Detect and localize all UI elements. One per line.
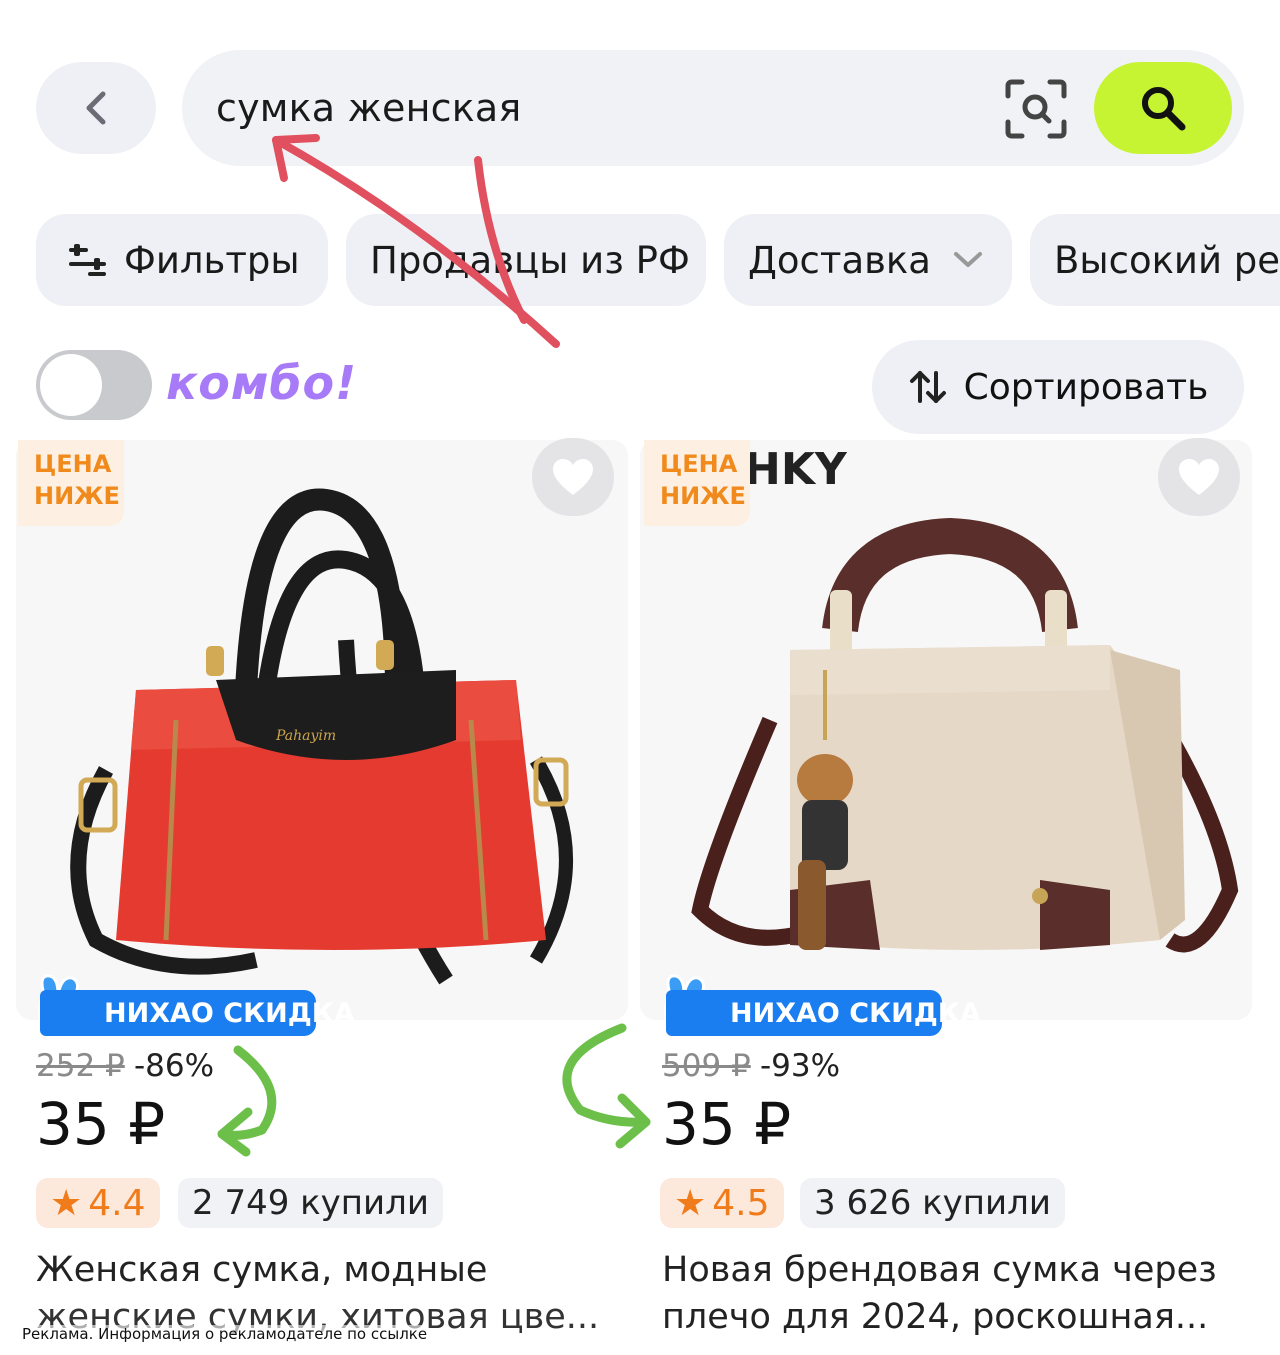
price-lower-badge: ЦЕНА НИЖЕ xyxy=(644,440,750,526)
sellers-rf-chip-label: Продавцы из РФ xyxy=(370,238,690,282)
sort-button[interactable]: Сортировать xyxy=(872,340,1244,434)
ad-disclaimer[interactable]: Реклама. Информация о рекламодателе по с… xyxy=(22,1325,428,1343)
svg-text:Pahayim: Pahayim xyxy=(275,728,336,744)
badge-line: ЦЕНА xyxy=(660,450,738,478)
high-rating-chip[interactable]: Высокий рей xyxy=(1030,214,1280,306)
rating-pill: ★ 4.4 xyxy=(36,1178,160,1228)
badge-line: ЦЕНА xyxy=(34,450,112,478)
combo-toggle-knob xyxy=(40,354,102,416)
bought-count: 3 626 купили xyxy=(800,1178,1065,1228)
search-button[interactable] xyxy=(1094,62,1232,154)
high-rating-chip-label: Высокий рей xyxy=(1054,238,1280,282)
star-icon: ★ xyxy=(50,1182,83,1224)
promo-badge: НИХАО СКИДКА xyxy=(666,990,981,1036)
product-image[interactable] xyxy=(640,440,1252,1020)
image-search-icon[interactable] xyxy=(1004,78,1068,140)
product-title-line[interactable]: плечо для 2024, роскошная... xyxy=(662,1297,1208,1337)
green-arrow-annotation xyxy=(217,1023,651,1157)
badge-line: НИЖЕ xyxy=(660,482,746,510)
combo-label: комбо! xyxy=(166,356,358,410)
heart-icon xyxy=(553,459,593,495)
discount-percent: -86% xyxy=(134,1048,215,1084)
heart-icon xyxy=(1179,459,1219,495)
delivery-chip[interactable]: Доставка xyxy=(724,214,1012,306)
product-image[interactable]: Pahayim xyxy=(16,440,628,1020)
price-lower-badge: ЦЕНА НИЖЕ xyxy=(18,440,124,526)
favorite-button[interactable] xyxy=(1158,438,1240,516)
product-title-line[interactable]: Новая брендовая сумка через xyxy=(662,1250,1217,1290)
sellers-rf-chip[interactable]: Продавцы из РФ xyxy=(346,214,706,306)
star-icon: ★ xyxy=(674,1182,707,1224)
chevron-left-icon xyxy=(86,91,106,125)
badge-line: НИЖЕ xyxy=(34,482,120,510)
rating-value: 4.4 xyxy=(88,1182,146,1224)
bought-count: 2 749 купили xyxy=(178,1178,443,1228)
current-price: 35 ₽ xyxy=(662,1090,792,1158)
chevron-down-icon xyxy=(953,252,982,267)
red-handbag-image: Pahayim xyxy=(16,440,628,1020)
favorite-button[interactable] xyxy=(532,438,614,516)
filters-icon xyxy=(69,244,106,276)
old-price: 252 ₽ xyxy=(36,1048,125,1084)
filters-chip[interactable]: Фильтры xyxy=(36,214,328,306)
delivery-chip-label: Доставка xyxy=(748,238,931,282)
brand-fragment-text: HKY xyxy=(744,444,847,495)
promo-badge: НИХАО СКИДКА xyxy=(40,990,355,1036)
magnifier-icon xyxy=(1142,87,1186,131)
discount-percent: -93% xyxy=(760,1048,841,1084)
rating-value: 4.5 xyxy=(712,1182,770,1224)
current-price: 35 ₽ xyxy=(36,1090,166,1158)
old-price: 509 ₽ xyxy=(662,1048,751,1084)
sort-icon xyxy=(909,371,946,403)
back-button[interactable] xyxy=(36,62,156,154)
beige-handbag-image xyxy=(640,440,1252,1020)
rating-pill: ★ 4.5 xyxy=(660,1178,784,1228)
filters-chip-label: Фильтры xyxy=(124,238,300,282)
product-title-line[interactable]: Женская сумка, модные xyxy=(36,1250,487,1290)
search-query-text: сумка женская xyxy=(216,86,522,130)
sort-label: Сортировать xyxy=(963,366,1209,408)
